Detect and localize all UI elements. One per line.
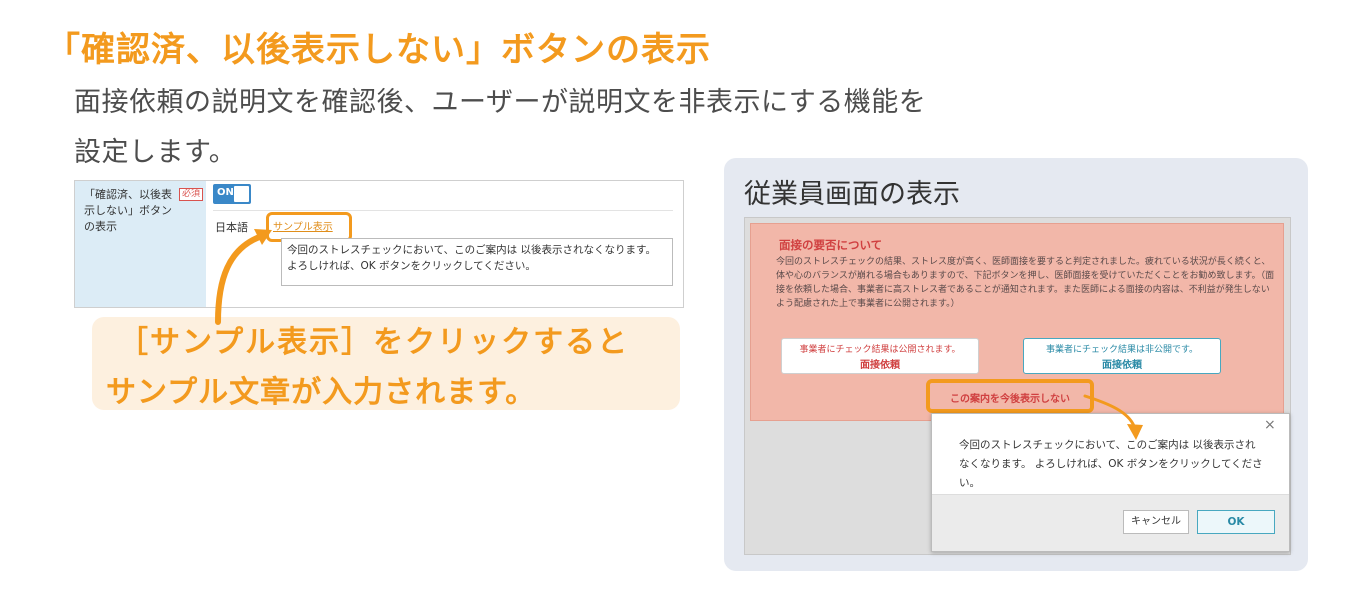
- confirm-dialog: × 今回のストレスチェックにおいて、このご案内は 以後表示されなくなります。 よ…: [931, 413, 1290, 552]
- cancel-button[interactable]: キャンセル: [1123, 510, 1189, 534]
- on-off-toggle[interactable]: ON: [213, 184, 251, 204]
- description-line-1: 面接依頼の説明文を確認後、ユーザーが説明文を非表示にする機能を: [74, 87, 927, 118]
- dialog-footer: キャンセル OK: [932, 494, 1289, 551]
- dont-show-again-button[interactable]: この案内を今後表示しない: [926, 379, 1094, 413]
- toggle-knob: [234, 186, 249, 202]
- setting-label-cell: 「確認済、以後表示しない」ボタンの表示 必須: [75, 181, 206, 307]
- private-button-note: 事業者にチェック結果は非公開です。: [1045, 345, 1199, 355]
- required-badge: 必須: [179, 188, 204, 201]
- admin-settings-panel: 「確認済、以後表示しない」ボタンの表示 必須 ON 日本語 サンプル表示 今回の…: [74, 180, 684, 308]
- dialog-message: 今回のストレスチェックにおいて、このご案内は 以後表示されなくなります。 よろし…: [959, 439, 1263, 489]
- language-label: 日本語: [215, 221, 248, 234]
- divider: [213, 210, 673, 211]
- description-line-2: 設定します。: [74, 137, 237, 168]
- notice-title: 面接の要否について: [779, 238, 883, 252]
- public-button-note: 事業者にチェック結果は公開されます。: [799, 345, 961, 355]
- interview-notice: 面接の要否について 今回のストレスチェックの結果、ストレス度が高く、医師面接を要…: [750, 223, 1284, 421]
- setting-label: 「確認済、以後表示しない」ボタンの表示: [84, 188, 172, 233]
- sample-display-link[interactable]: サンプル表示: [273, 218, 333, 233]
- toggle-label: ON: [217, 187, 234, 198]
- employee-view-title: 従業員画面の表示: [744, 179, 960, 210]
- public-button-label: 面接依頼: [860, 360, 900, 371]
- callout-line-2: サンプル文章が入力されます。: [106, 375, 537, 410]
- notice-body: 今回のストレスチェックの結果、ストレス度が高く、医師面接を要すると判定されました…: [776, 257, 1275, 309]
- page-heading: 「確認済、以後表示しない」ボタンの表示: [46, 30, 711, 70]
- callout-line-1: ［サンプル表示］をクリックすると: [118, 325, 630, 360]
- sample-text-content: 今回のストレスチェックにおいて、このご案内は 以後表示されなくなります。 よろし…: [287, 244, 656, 272]
- interview-request-public-button[interactable]: 事業者にチェック結果は公開されます。 面接依頼: [781, 338, 979, 374]
- private-button-label: 面接依頼: [1102, 360, 1142, 371]
- interview-request-private-button[interactable]: 事業者にチェック結果は非公開です。 面接依頼: [1023, 338, 1221, 374]
- dont-show-again-label: この案内を今後表示しない: [950, 394, 1070, 405]
- ok-button[interactable]: OK: [1197, 510, 1275, 534]
- close-icon[interactable]: ×: [1264, 417, 1276, 433]
